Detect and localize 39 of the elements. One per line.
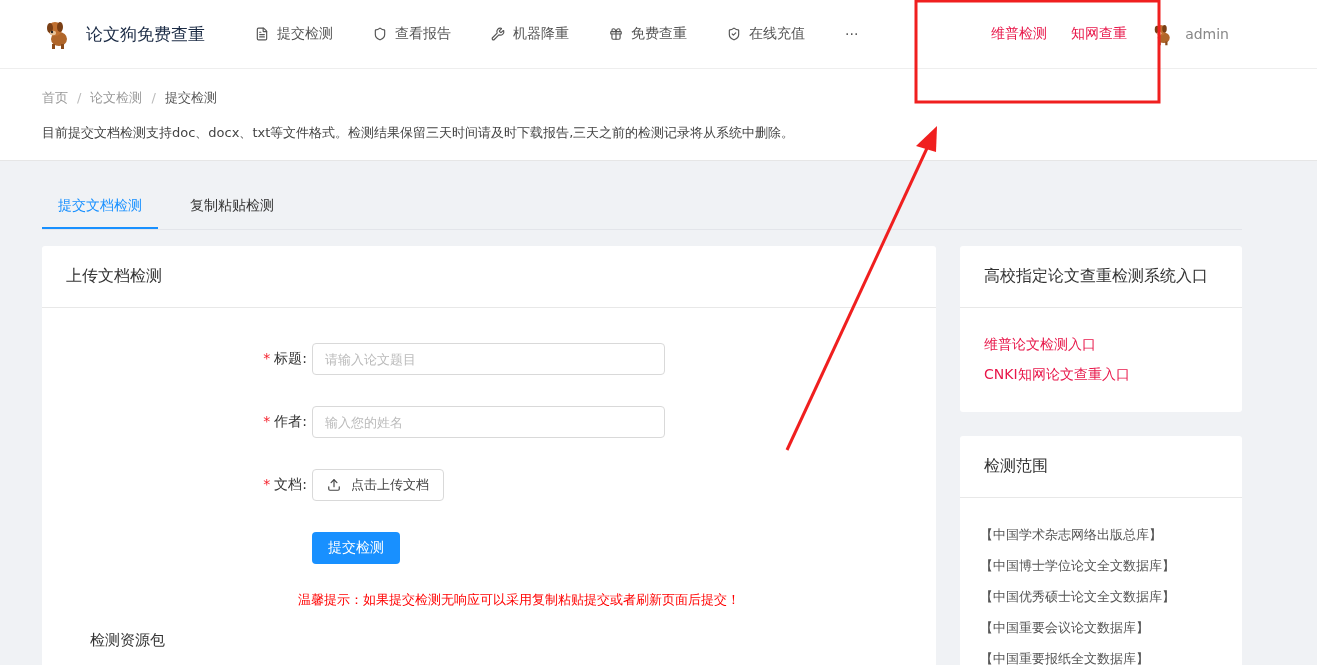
- field-label: * 标题:: [262, 350, 308, 368]
- breadcrumb-link[interactable]: 提交检测: [164, 90, 217, 105]
- gift-icon: [609, 27, 623, 41]
- document-icon: [255, 27, 269, 41]
- header-link[interactable]: 维普检测: [991, 25, 1048, 43]
- upload-button[interactable]: 点击上传文档: [312, 469, 444, 501]
- shield-icon: [727, 27, 741, 41]
- wrench-icon: [491, 27, 505, 41]
- header-link[interactable]: 知网查重: [1071, 25, 1128, 43]
- database-item: 【中国优秀硕士论文全文数据库】: [980, 588, 1176, 606]
- card-title: 检测范围: [960, 436, 1242, 498]
- field-label: * 作者:: [262, 413, 308, 431]
- input-field[interactable]: 请输入论文题目: [312, 343, 665, 375]
- nav-link[interactable]: 提交检测: [255, 25, 333, 43]
- tip-text: 温馨提示：如果提交检测无响应可以采用复制粘贴提交或者刷新页面后提交！: [297, 591, 741, 609]
- nav-link[interactable]: 免费查重: [609, 25, 687, 43]
- username[interactable]: admin: [1185, 26, 1229, 42]
- database-item: 【中国学术杂志网络出版总库】: [980, 526, 1163, 544]
- card-title: 高校指定论文查重检测系统入口: [960, 246, 1242, 308]
- breadcrumb-separator: /: [77, 90, 82, 105]
- entry-link[interactable]: 维普论文检测入口: [984, 336, 1218, 354]
- database-item: 【中国博士学位论文全文数据库】: [980, 557, 1176, 575]
- nav-link[interactable]: ···: [845, 26, 859, 42]
- nav-link[interactable]: 查看报告: [373, 25, 451, 43]
- shield-icon: [373, 27, 387, 41]
- section-title: 检测资源包: [90, 631, 166, 650]
- site-title: 论文狗免费查重: [86, 22, 205, 46]
- field-label: * 文档:: [262, 476, 308, 494]
- tab[interactable]: 复制粘贴检测: [174, 185, 290, 229]
- breadcrumb-separator: /: [151, 90, 156, 105]
- entry-link[interactable]: CNKI知网论文查重入口: [984, 366, 1218, 384]
- input-field[interactable]: 输入您的姓名: [312, 406, 665, 438]
- database-item: 【中国重要会议论文数据库】: [980, 619, 1150, 637]
- database-item: 【中国重要报纸全文数据库】: [980, 650, 1150, 665]
- notice-text: 目前提交文档检测支持doc、docx、txt等文件格式。检测结果保留三天时间请及时下载报告,三天之前的检测记录将从系统中删除。: [42, 124, 796, 142]
- nav-link[interactable]: 在线充值: [727, 25, 805, 43]
- upload-icon: [327, 478, 341, 492]
- card-title: 上传文档检测: [42, 246, 936, 308]
- nav-link[interactable]: 机器降重: [491, 25, 569, 43]
